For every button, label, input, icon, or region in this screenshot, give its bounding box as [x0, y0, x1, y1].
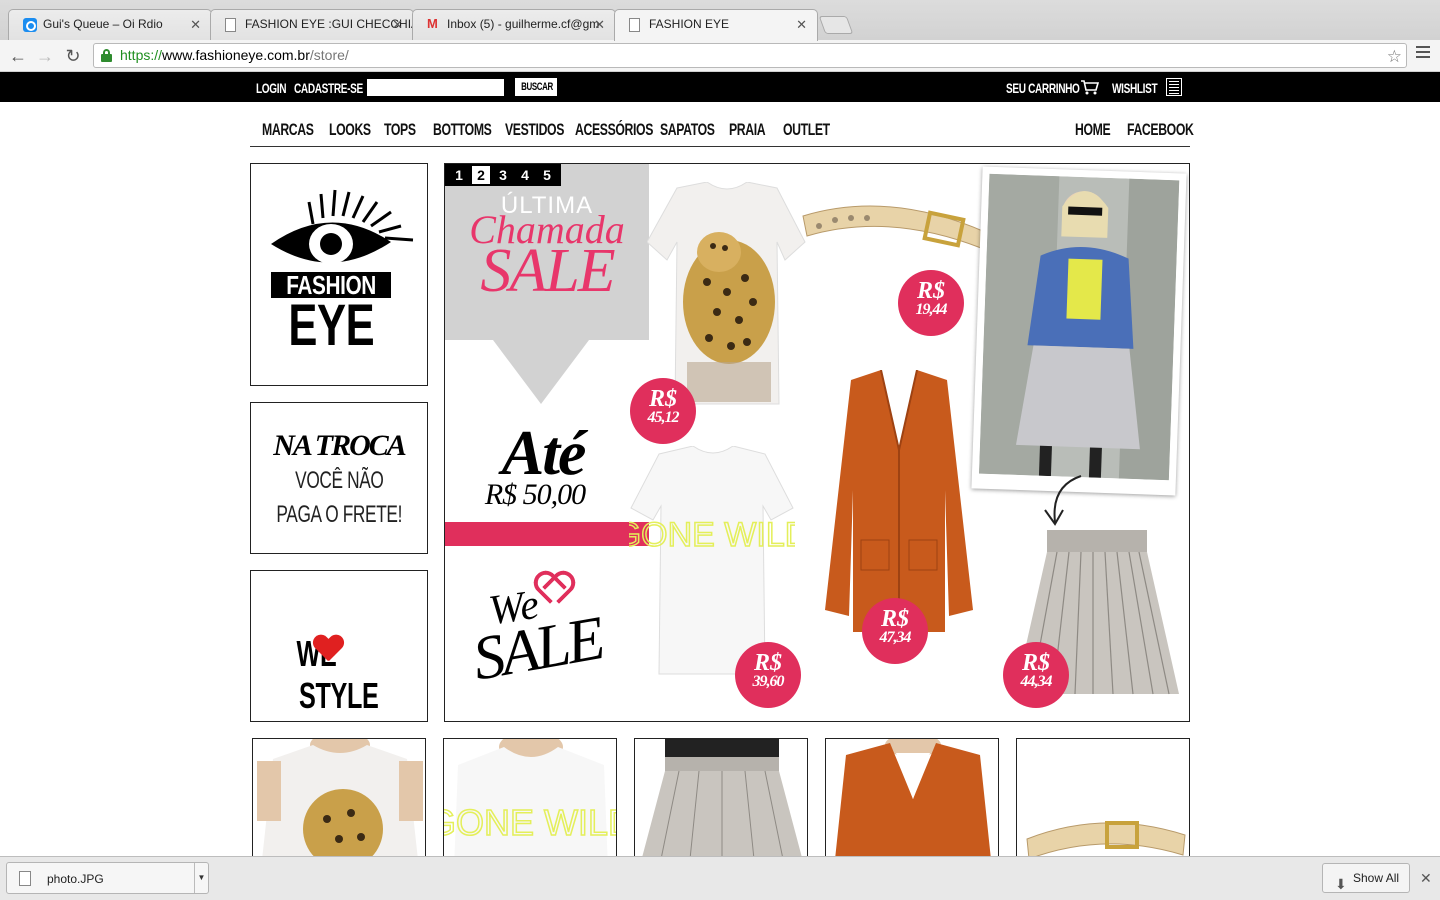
chevron-down-icon[interactable]: ▼ — [194, 863, 208, 893]
banner-speech-pointer — [493, 340, 589, 404]
nav-tops[interactable]: TOPS — [384, 120, 428, 140]
browser-toolbar: ← → ↻ https://www.fashioneye.com.br/stor… — [0, 40, 1440, 72]
login-link[interactable]: LOGIN — [256, 80, 298, 96]
cardigan-thumb-image — [834, 739, 992, 867]
pager-1[interactable]: 1 — [450, 166, 468, 184]
gone-wild-tee-thumb-image: GONE WILD — [444, 739, 617, 867]
leopard-tee-image[interactable] — [647, 182, 807, 408]
leopard-tee-thumb-image — [257, 739, 423, 867]
tab-title: FASHION EYE :GUI CHECCHIA — [245, 17, 414, 31]
nav-outlet[interactable]: OUTLET — [783, 120, 848, 140]
tab-title: Inbox (5) - guilherme.cf@gm — [447, 17, 600, 31]
download-item[interactable]: photo.JPG ▼ — [6, 862, 209, 894]
cart-icon[interactable] — [1080, 79, 1100, 95]
chrome-menu-icon[interactable] — [1416, 46, 1430, 61]
product-thumb-skirt[interactable] — [634, 738, 808, 868]
url-path: /store/ — [309, 47, 349, 63]
belt-image[interactable] — [799, 196, 987, 262]
price-badge-gone-wild-tee[interactable]: R$ 39,60 — [735, 642, 801, 708]
logo-eye: EYE — [288, 293, 374, 358]
gmail-icon: M — [427, 16, 438, 31]
address-bar[interactable]: https://www.fashioneye.com.br/store/ ☆ — [93, 43, 1407, 68]
free-shipping-promo[interactable]: NA TROCA VOCÊ NÃO PAGA O FRETE! — [250, 402, 428, 554]
product-thumb-gone-wild-tee[interactable]: GONE WILD — [443, 738, 617, 868]
tab-fashion-eye-gui[interactable]: FASHION EYE :GUI CHECCHIA ✕ — [210, 9, 414, 40]
close-icon[interactable]: ✕ — [392, 17, 403, 33]
heart-icon — [535, 574, 565, 604]
street-style-image — [978, 173, 1180, 481]
close-icon[interactable]: ✕ — [1420, 870, 1432, 887]
show-all-label: Show All — [1353, 871, 1400, 885]
price-badge-leopard-tee[interactable]: R$ 45,12 — [630, 378, 696, 444]
close-icon[interactable]: ✕ — [594, 17, 605, 33]
heart-icon — [313, 635, 343, 665]
nav-looks[interactable]: LOOKS — [329, 120, 387, 140]
promo-title: NA TROCA — [273, 429, 407, 462]
main-nav: MARCAS LOOKS TOPS BOTTOMS VESTIDOS ACESS… — [250, 115, 1194, 147]
promo-line: PAGA O FRETE! — [276, 501, 402, 528]
tab-title: Gui's Queue – Oi Rdio — [43, 17, 163, 31]
browser-tab-strip: Gui's Queue – Oi Rdio ✕ FASHION EYE :GUI… — [0, 0, 1440, 41]
download-filename: photo.JPG — [47, 872, 104, 886]
wishlist-icon[interactable] — [1166, 78, 1182, 96]
belt-thumb-image — [1026, 821, 1186, 860]
search-button[interactable]: BUSCAR — [515, 78, 557, 96]
cardigan-image[interactable] — [821, 370, 977, 636]
price-badge-belt[interactable]: R$ 19,44 — [898, 270, 964, 336]
nav-home[interactable]: HOME — [1075, 120, 1124, 140]
skirt-thumb-image — [639, 739, 805, 867]
rdio-icon — [23, 18, 37, 32]
download-bar: photo.JPG ▼ ⬇ Show All ✕ — [0, 856, 1440, 900]
close-icon[interactable]: ✕ — [796, 17, 807, 33]
star-icon[interactable]: ☆ — [1387, 45, 1402, 68]
banner-pink-stripe — [445, 522, 649, 546]
page-icon — [225, 18, 236, 32]
we-love-style-promo[interactable]: WE STYLE — [250, 570, 428, 722]
search-input[interactable] — [367, 79, 504, 96]
close-icon[interactable]: ✕ — [190, 17, 201, 33]
page-icon — [629, 18, 640, 32]
nav-facebook[interactable]: FACEBOOK — [1127, 120, 1219, 140]
url-scheme: https:// — [120, 47, 163, 63]
banner-sale: SALE — [480, 237, 615, 305]
tab-gmail[interactable]: M Inbox (5) - guilherme.cf@gm ✕ — [412, 9, 616, 40]
product-thumb-leopard-tee[interactable] — [252, 738, 426, 868]
reload-icon[interactable]: ↻ — [61, 44, 85, 68]
tab-title: FASHION EYE — [649, 17, 730, 31]
product-thumb-cardigan[interactable] — [825, 738, 999, 868]
banner-we-sale: SALE — [467, 604, 608, 694]
back-icon[interactable]: ← — [6, 44, 30, 68]
nav-marcas[interactable]: MARCAS — [262, 120, 334, 140]
banner-ate-price: R$ 50,00 — [484, 478, 586, 511]
tshirt-print: GONE WILD — [629, 516, 795, 554]
new-tab-button[interactable] — [818, 16, 854, 34]
price-badge-skirt[interactable]: R$ 44,34 — [1003, 642, 1069, 708]
banner-pager: 1 2 3 4 5 — [445, 164, 561, 186]
tshirt-print: GONE WILD — [444, 802, 617, 843]
arrow-down-icon — [1044, 475, 1082, 526]
sale-banner[interactable]: 1 2 3 4 5 ÚLTIMA Chamada SALE Até R$ 50,… — [444, 163, 1190, 722]
show-all-button[interactable]: ⬇ Show All — [1322, 863, 1410, 893]
promo-line: VOCÊ NÃO — [294, 467, 384, 494]
pager-5[interactable]: 5 — [538, 166, 556, 184]
forward-icon[interactable]: → — [33, 44, 57, 68]
product-thumb-belt[interactable] — [1016, 738, 1190, 868]
pager-2[interactable]: 2 — [472, 166, 490, 184]
url-domain: www.fashioneye.com.br — [162, 47, 310, 63]
price-badge-cardigan[interactable]: R$ 47,34 — [862, 598, 928, 664]
lock-icon — [101, 49, 112, 62]
tab-fashion-eye[interactable]: FASHION EYE ✕ — [614, 9, 818, 41]
download-icon: ⬇ — [1335, 876, 1347, 892]
nav-bottoms[interactable]: BOTTOMS — [433, 120, 514, 140]
nav-sapatos[interactable]: SAPATOS — [660, 120, 736, 140]
street-style-photo[interactable] — [971, 166, 1187, 496]
nav-praia[interactable]: PRAIA — [729, 120, 779, 140]
site-top-bar: LOGIN CADASTRE-SE BUSCAR SEU CARRINHO WI… — [0, 72, 1440, 102]
logo-box[interactable]: FASHION EYE — [250, 163, 428, 386]
file-icon — [19, 871, 31, 886]
pager-4[interactable]: 4 — [516, 166, 534, 184]
tab-rdio[interactable]: Gui's Queue – Oi Rdio ✕ — [8, 9, 212, 40]
pager-3[interactable]: 3 — [494, 166, 512, 184]
